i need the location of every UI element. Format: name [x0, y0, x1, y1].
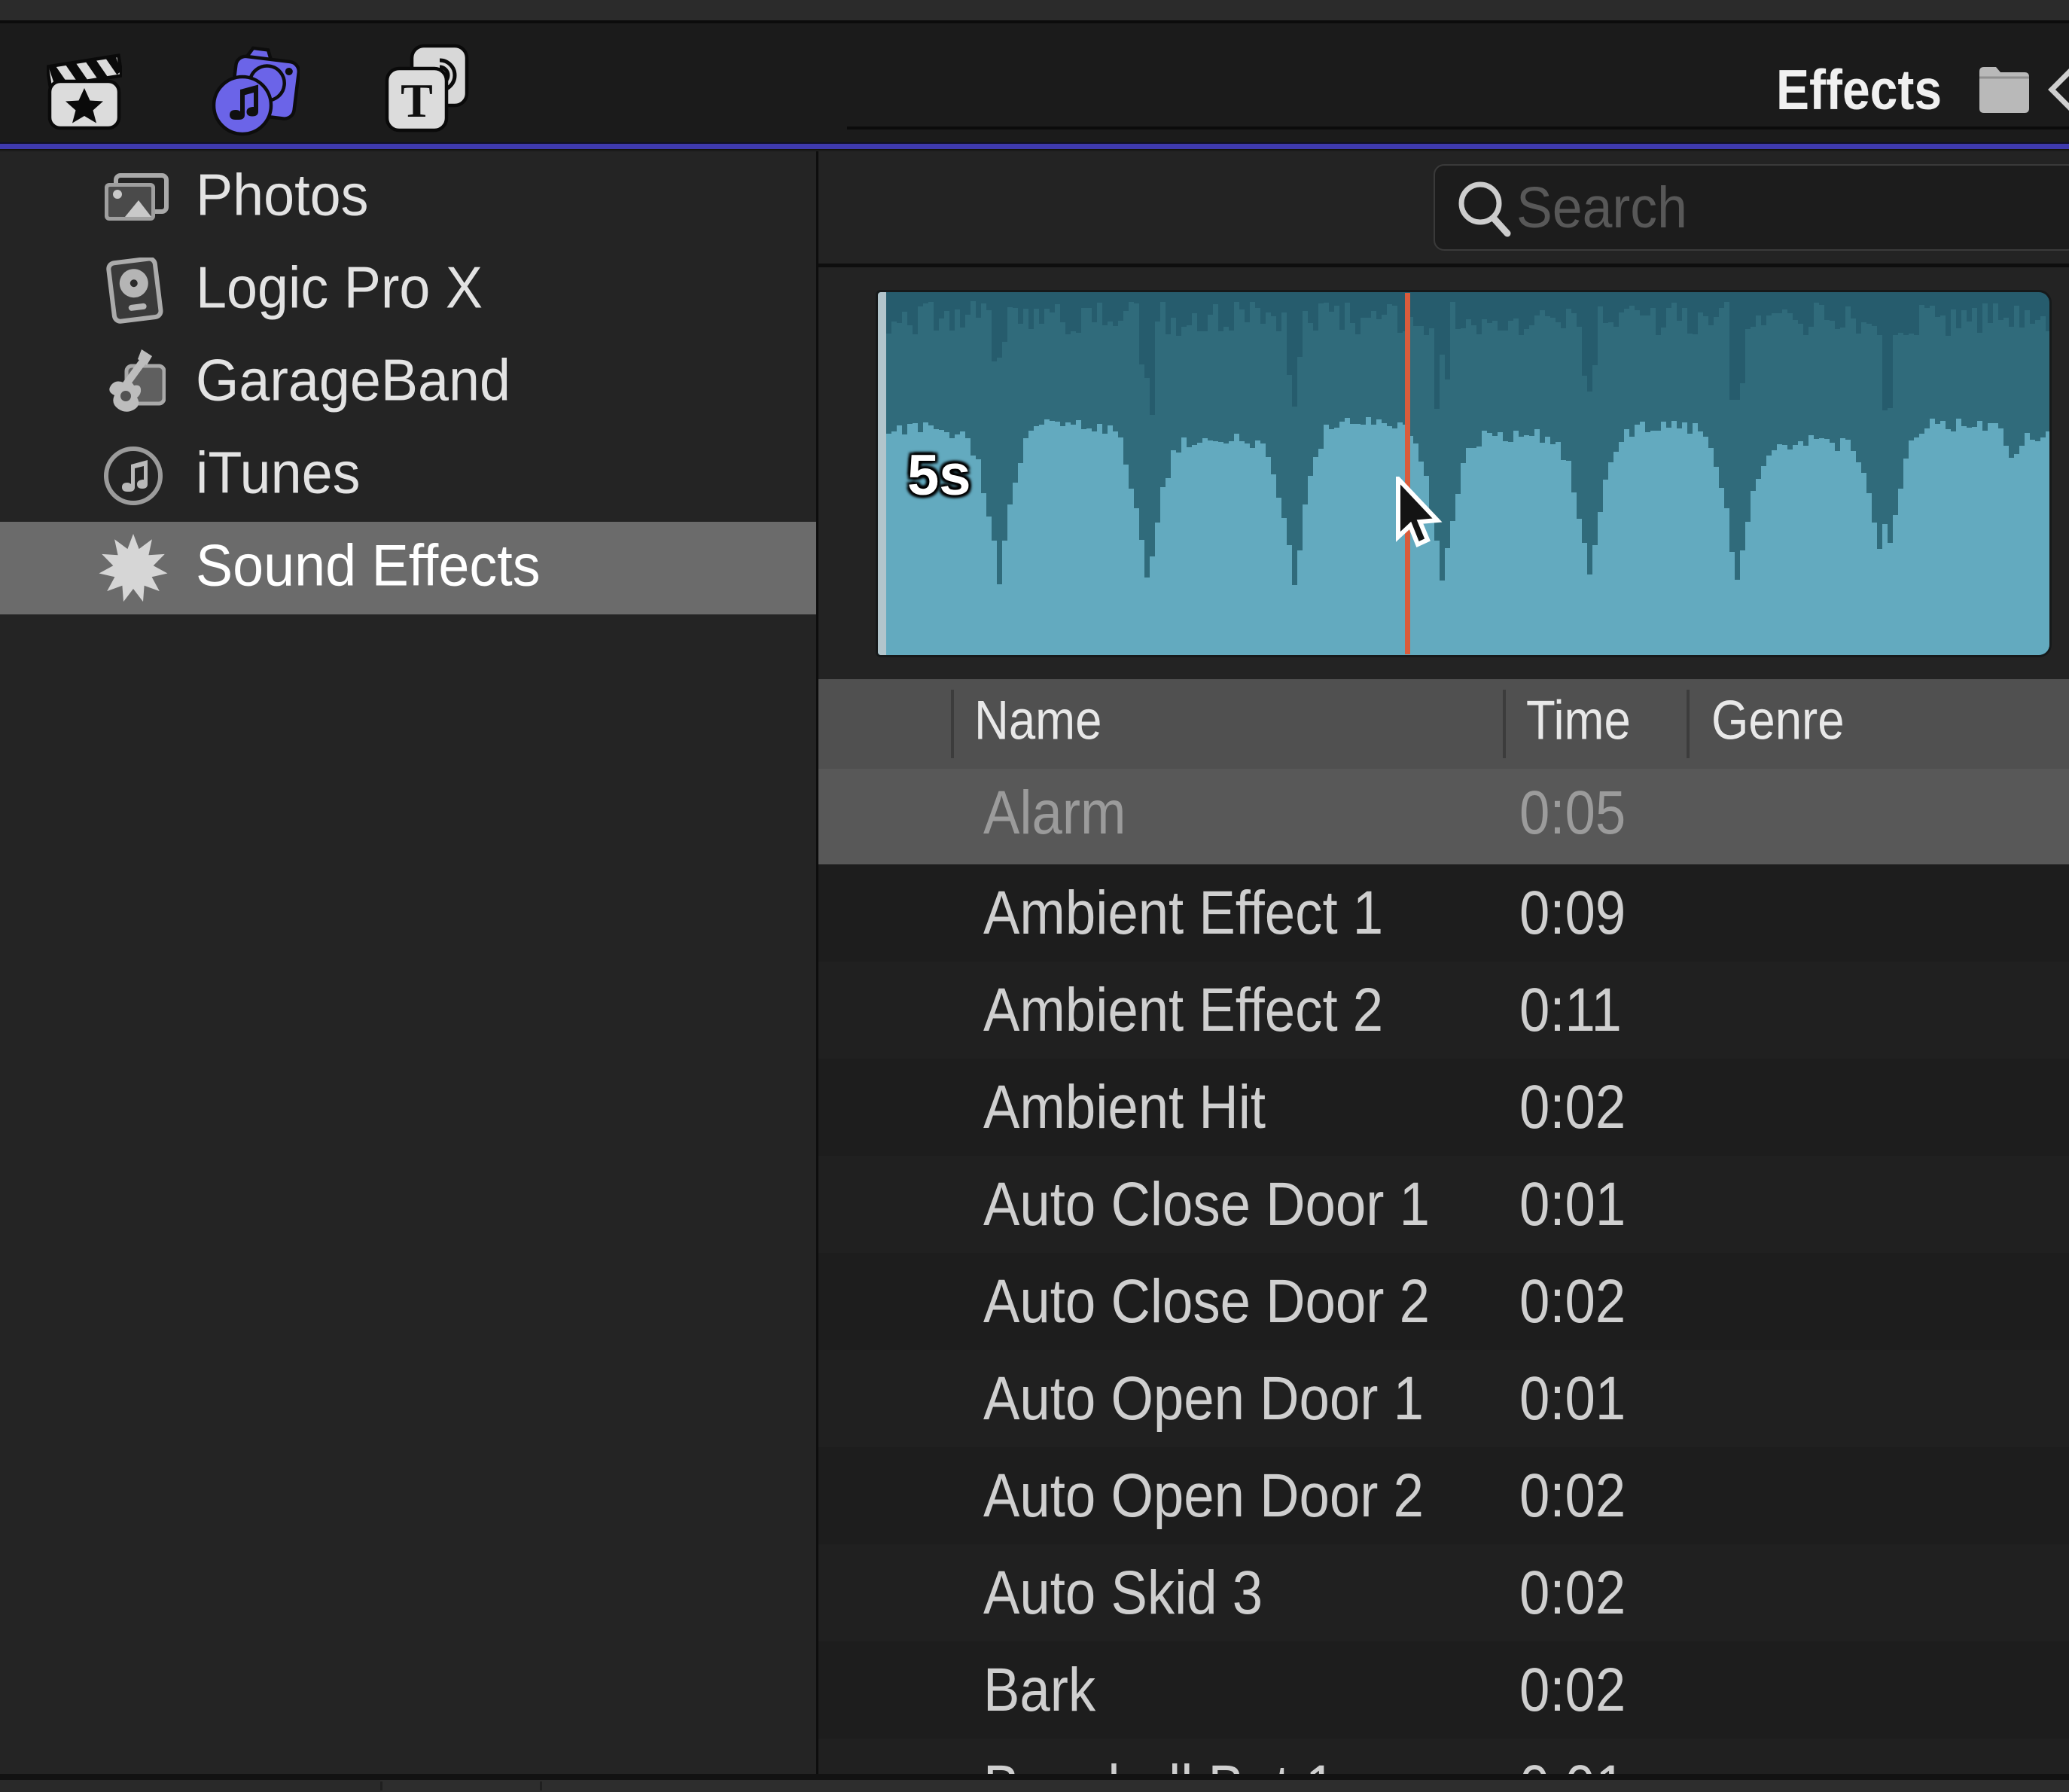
svg-text:T: T — [401, 74, 433, 127]
